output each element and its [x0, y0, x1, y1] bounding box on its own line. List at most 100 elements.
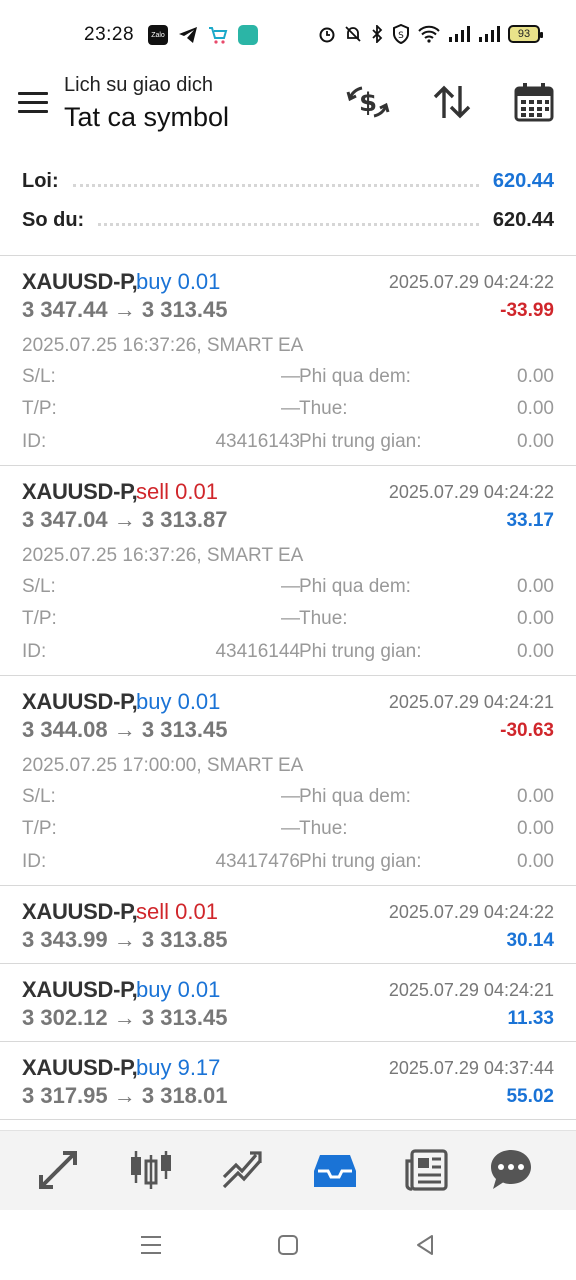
deal-detail-row: T/P: — Thue: 0.00 [22, 818, 554, 844]
deal-symbol: XAUUSD-P, [22, 479, 138, 504]
deal-detail-row: S/L: — Phi qua dem: 0.00 [22, 576, 554, 602]
app-bar: Lich su giao dich Tat ca symbol $ [0, 70, 576, 158]
deal-prices: 3 317.95 → 3 318.01 [22, 1083, 228, 1108]
calendar-icon[interactable] [512, 82, 556, 122]
deal-detail-row: ID: 43416144 Phi trung gian: 0.00 [22, 641, 554, 667]
status-bar: 23:28 Zalo S 93 [0, 0, 576, 70]
deal-profit: 11.33 [507, 1008, 555, 1029]
trade-icon[interactable] [220, 1147, 266, 1193]
tax-label: Thue: [299, 398, 348, 419]
deal-open-info: 2025.07.25 16:37:26, SMART EA [22, 335, 304, 356]
deal-prices: 3 344.08 → 3 313.45 [22, 717, 228, 742]
sl-label: S/L: [22, 366, 56, 387]
deal-detail-row: T/P: — Thue: 0.00 [22, 398, 554, 424]
deal-prices: 3 302.12 → 3 313.45 [22, 1005, 228, 1030]
sort-icon[interactable] [430, 82, 474, 122]
deal-close-time: 2025.07.29 04:37:44 [388, 1058, 554, 1078]
swap-label: Phi qua dem: [299, 786, 411, 807]
deal-symbol: XAUUSD-P, [22, 269, 138, 294]
id-label: ID: [22, 851, 47, 872]
svg-text:S: S [398, 31, 404, 41]
bottom-navigation [0, 1130, 576, 1210]
bluetooth-icon [372, 25, 383, 43]
tax-label: Thue: [299, 608, 348, 629]
quotes-icon[interactable] [35, 1147, 81, 1193]
profit-label: Loi: [22, 169, 59, 192]
id-label: ID: [22, 431, 47, 452]
wifi-icon [418, 25, 440, 43]
id-value: 43416144 [215, 641, 300, 662]
tax-value: 0.00 [517, 398, 554, 419]
app-icon [238, 25, 258, 45]
deal-profit: -33.99 [500, 300, 554, 321]
tp-value: — [281, 398, 300, 419]
deal-detail-row: S/L: — Phi qua dem: 0.00 [22, 786, 554, 812]
swap-value: 0.00 [517, 576, 554, 597]
dotted-leader [72, 183, 479, 187]
tp-value: — [281, 608, 300, 629]
signal-icon [449, 26, 470, 42]
chat-icon[interactable] [488, 1147, 534, 1193]
telegram-icon [179, 27, 197, 43]
deal-type: sell 0.01 [136, 479, 218, 504]
history-icon[interactable] [312, 1147, 358, 1193]
vpn-shield-icon: S [393, 24, 409, 44]
deal-item[interactable]: XAUUSD-P, sell 0.01 2025.07.29 04:24:22 … [0, 886, 576, 964]
mute-icon [345, 26, 361, 42]
zalo-icon: Zalo [148, 25, 168, 45]
symbol-filter-title[interactable]: Tat ca symbol [64, 102, 229, 133]
news-icon[interactable] [404, 1147, 450, 1193]
deal-detail-row: S/L: — Phi qua dem: 0.00 [22, 366, 554, 392]
deal-item[interactable]: XAUUSD-P, buy 9.17 2025.07.29 04:37:44 3… [0, 1042, 576, 1120]
tp-label: T/P: [22, 398, 57, 419]
commission-label: Phi trung gian: [299, 851, 422, 872]
menu-icon[interactable] [18, 92, 48, 114]
profit-row: Loi: 620.44 [22, 166, 554, 196]
deal-detail-row: T/P: — Thue: 0.00 [22, 608, 554, 634]
deal-prices: 3 343.99 → 3 313.85 [22, 927, 228, 952]
system-navigation-bar [0, 1210, 576, 1280]
deal-open-info: 2025.07.25 16:37:26, SMART EA [22, 545, 304, 566]
back-icon[interactable] [412, 1232, 438, 1258]
profit-value: 620.44 [492, 169, 554, 192]
deal-type: sell 0.01 [136, 899, 218, 924]
deal-item[interactable]: XAUUSD-P, buy 0.01 2025.07.29 04:24:22 3… [0, 256, 576, 466]
deal-close-time: 2025.07.29 04:24:22 [388, 272, 554, 292]
deal-symbol: XAUUSD-P, [22, 689, 138, 714]
commission-label: Phi trung gian: [299, 431, 422, 452]
commission-label: Phi trung gian: [299, 641, 422, 662]
chart-icon[interactable] [128, 1147, 174, 1193]
home-icon[interactable] [275, 1232, 301, 1258]
sl-value: — [281, 576, 300, 597]
tax-value: 0.00 [517, 818, 554, 839]
id-label: ID: [22, 641, 47, 662]
deal-item[interactable]: XAUUSD-P, buy 0.01 2025.07.29 04:24:21 3… [0, 964, 576, 1042]
balance-row: So du: 620.44 [22, 205, 554, 235]
recent-apps-icon[interactable] [138, 1232, 164, 1258]
page-subtitle: Lich su giao dich [64, 74, 213, 96]
deal-profit: 55.02 [506, 1086, 554, 1107]
deal-open-info: 2025.07.25 17:00:00, SMART EA [22, 755, 304, 776]
deal-detail-row: ID: 43417476 Phi trung gian: 0.00 [22, 851, 554, 877]
commission-value: 0.00 [517, 851, 554, 872]
shopping-cart-icon [209, 27, 228, 44]
deal-symbol: XAUUSD-P, [22, 1055, 138, 1080]
deal-prices: 3 347.44 → 3 313.45 [22, 297, 228, 322]
sl-value: — [281, 786, 300, 807]
sl-value: — [281, 366, 300, 387]
tax-value: 0.00 [517, 608, 554, 629]
tp-label: T/P: [22, 818, 57, 839]
currency-exchange-icon[interactable]: $ [346, 82, 390, 122]
deal-type: buy 0.01 [136, 689, 221, 714]
balance-value: 620.44 [492, 208, 554, 231]
deal-type: buy 0.01 [136, 269, 221, 294]
deal-item[interactable]: XAUUSD-P, sell 0.01 2025.07.29 04:24:22 … [0, 466, 576, 676]
swap-value: 0.00 [517, 366, 554, 387]
summary-panel: Loi: 620.44 So du: 620.44 [0, 160, 576, 256]
deal-type: buy 0.01 [136, 977, 221, 1002]
id-value: 43417476 [215, 851, 300, 872]
status-time: 23:28 [84, 24, 135, 45]
deal-item[interactable]: XAUUSD-P, buy 0.01 2025.07.29 04:24:21 3… [0, 676, 576, 886]
sl-label: S/L: [22, 576, 56, 597]
deal-close-time: 2025.07.29 04:24:21 [388, 980, 554, 1000]
